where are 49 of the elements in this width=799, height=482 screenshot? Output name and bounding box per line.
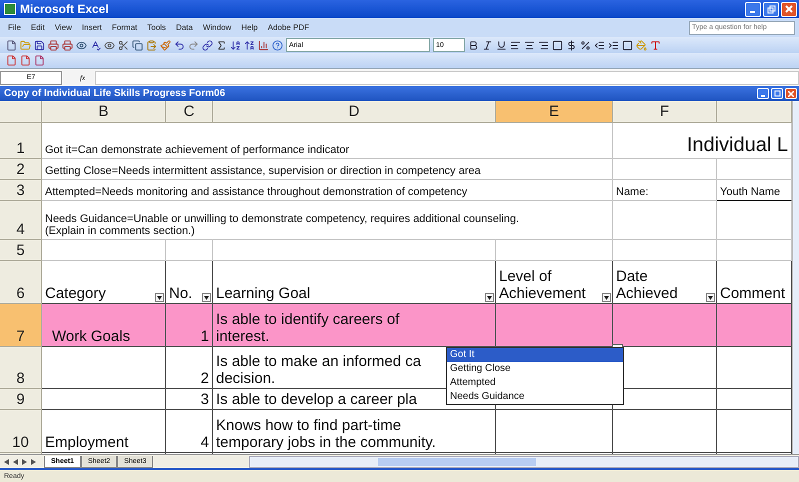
number-cell: 4 (166, 410, 213, 453)
menu-item[interactable]: View (54, 23, 72, 32)
column-title: Level of Achievement (499, 268, 586, 302)
row-header[interactable]: 8 (0, 347, 42, 389)
row-header[interactable]: 3 (0, 180, 42, 201)
column-header[interactable]: E (496, 101, 613, 123)
column-title: Category (45, 284, 106, 302)
column-header[interactable]: B (42, 101, 166, 123)
menu-item[interactable]: Data (176, 23, 193, 32)
column-title: No. (169, 284, 192, 302)
form-title: Individual L (613, 123, 792, 159)
name-value: Youth Name (717, 180, 792, 201)
row-header[interactable]: 9 (0, 389, 42, 410)
menu-item[interactable]: Insert (82, 23, 102, 32)
menu-item[interactable]: Window (202, 23, 232, 32)
note-text: Attempted=Needs monitoring and assistance throughout demonstration of competency (42, 180, 613, 201)
list-option[interactable]: Got It (447, 348, 623, 362)
row-header[interactable]: 5 (0, 240, 42, 261)
column-title: Learning Goal (216, 284, 310, 302)
note-text: Getting Close=Needs intermittent assistance, supervision or direction in competency area (42, 159, 613, 180)
note-text: Needs Guidance=Unable or unwilling to demonstrate competency, requires additional counseling. (Explain in comments section.) (42, 201, 613, 240)
menu-item[interactable]: Tools (147, 23, 166, 32)
menu-item[interactable]: File (8, 23, 21, 32)
workbook-title: Copy of Individual Life Skills Progress Form06 (4, 88, 226, 99)
note-text: Got it=Can demonstrate achievement of performance indicator (42, 123, 613, 159)
category-cell: Employment (42, 410, 166, 453)
row-header[interactable]: 10 (0, 410, 42, 453)
row-header[interactable]: 2 (0, 159, 42, 180)
number-cell: 2 (166, 347, 213, 389)
column-header[interactable]: F (613, 101, 717, 123)
window-title: Microsoft Excel (20, 2, 110, 16)
menu-item[interactable]: Help (241, 23, 258, 32)
column-header[interactable]: C (166, 101, 213, 123)
goal-cell: Knows how to find part-time temporary jobs in the community. (213, 410, 496, 453)
name-label: Name: (613, 180, 717, 201)
row-header[interactable]: 1 (0, 123, 42, 159)
number-cell: 3 (166, 389, 213, 410)
row-header[interactable]: 7 (0, 304, 42, 347)
number-cell: 1 (166, 304, 213, 347)
column-title: Date Achieved (616, 268, 678, 302)
row-header[interactable]: 6 (0, 261, 42, 304)
goal-cell: Is able to identify careers of interest. (213, 304, 496, 347)
column-header[interactable]: D (213, 101, 496, 123)
menu-item[interactable]: Format (112, 23, 138, 32)
column-title: Comment (720, 284, 786, 302)
menu-item[interactable]: Adobe PDF (268, 23, 310, 32)
category-cell: Work Goals (42, 304, 166, 347)
menu-item[interactable]: Edit (30, 23, 45, 32)
row-header[interactable]: 4 (0, 201, 42, 240)
